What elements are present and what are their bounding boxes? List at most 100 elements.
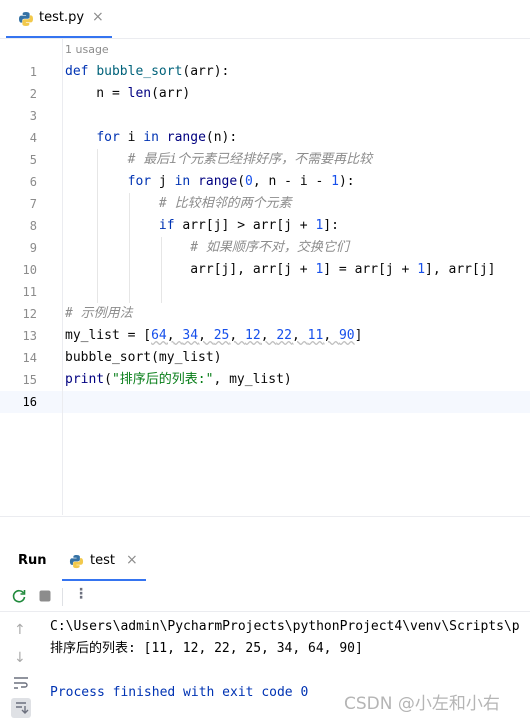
tab-label: test.py xyxy=(39,10,85,25)
code-text: ]: xyxy=(323,218,339,233)
code-text: ] = arr[j + xyxy=(323,262,418,277)
code-text: arr[j] > arr[j + xyxy=(174,218,316,233)
code-text: my_list = [ xyxy=(65,328,152,343)
run-label: Run xyxy=(18,553,47,568)
builtin: len xyxy=(127,86,152,101)
code-line-9: # 如果顺序不对，交换它们 xyxy=(65,237,349,259)
soft-wrap-icon[interactable] xyxy=(13,676,29,694)
number: 0 xyxy=(245,174,253,189)
code-text: ( xyxy=(237,174,246,189)
builtin: range xyxy=(198,174,238,189)
code-line-8: if arr[j] > arr[j + 1]: xyxy=(65,215,339,237)
rerun-icon[interactable] xyxy=(11,588,27,608)
stop-icon[interactable] xyxy=(38,589,52,607)
line-number: 11 xyxy=(22,285,37,299)
line-number: 16 xyxy=(22,395,37,409)
close-run-tab-icon[interactable]: × xyxy=(126,552,138,568)
line-number: 3 xyxy=(29,109,37,123)
close-tab-icon[interactable]: × xyxy=(92,9,104,25)
more-options-icon[interactable]: ⋮ xyxy=(74,586,88,602)
comment: # 如果顺序不对，交换它们 xyxy=(190,240,349,255)
code-text: (arr) xyxy=(151,86,191,101)
code-text: j xyxy=(151,174,175,189)
toolbar-divider xyxy=(62,588,63,606)
separator: , xyxy=(323,328,339,343)
console-exit-line: Process finished with exit code 0 xyxy=(50,685,309,700)
separator: , xyxy=(260,328,277,343)
code-text: (n): xyxy=(205,130,238,145)
code-line-1: def bubble_sort(arr): xyxy=(65,61,229,83)
separator: , xyxy=(198,328,214,343)
keyword: in xyxy=(174,174,191,189)
code-line-14: bubble_sort(my_list) xyxy=(65,350,222,365)
line-number: 2 xyxy=(29,87,37,101)
code-line-4: for i in range(n): xyxy=(65,127,237,149)
code-line-7: # 比较相邻的两个元素 xyxy=(65,193,292,215)
code-text: ): xyxy=(338,174,355,189)
usage-hint[interactable]: 1 usage xyxy=(65,43,109,56)
tab-test-py[interactable]: test.py × xyxy=(6,0,112,38)
keyword: for xyxy=(96,130,120,145)
run-tab-label: test xyxy=(90,553,115,568)
code-text: ( xyxy=(104,372,112,387)
line-number: 1 xyxy=(29,65,37,79)
console-command-line: C:\Users\admin\PycharmProjects\pythonPro… xyxy=(50,619,520,634)
scroll-down-icon[interactable]: ↓ xyxy=(14,650,26,666)
scroll-to-end-icon[interactable] xyxy=(11,698,31,718)
string-literal: "排序后的列表:" xyxy=(111,372,214,387)
line-number: 8 xyxy=(29,219,37,233)
line-number: 13 xyxy=(22,329,37,343)
editor-tab-bar: test.py × xyxy=(0,0,530,39)
console-output-line: 排序后的列表: [11, 12, 22, 25, 34, 64, 90] xyxy=(50,641,363,656)
line-number: 4 xyxy=(29,131,37,145)
code-line-2: n = len(arr) xyxy=(65,83,190,105)
number: 34 xyxy=(182,328,199,343)
code-text: ] xyxy=(354,328,363,343)
code-line-6: for j in range(0, n - i - 1): xyxy=(65,171,355,193)
code-editor[interactable]: 1 2 3 4 5 6 7 8 9 10 11 12 13 14 15 16 1… xyxy=(0,39,530,515)
console-side-toolbar: ↑ ↓ xyxy=(0,612,38,722)
watermark: CSDN @小左和小右 xyxy=(344,694,500,714)
comment: # 最后i个元素已经排好序，不需要再比较 xyxy=(127,152,373,167)
number: 1 xyxy=(331,174,339,189)
python-file-icon xyxy=(18,11,34,31)
line-number: 7 xyxy=(29,197,37,211)
line-number: 6 xyxy=(29,175,37,189)
code-text: i xyxy=(119,130,144,145)
line-number: 9 xyxy=(29,241,37,255)
comment: # 示例用法 xyxy=(65,306,133,321)
number: 90 xyxy=(338,328,355,343)
code-text: arr[j], arr[j + xyxy=(65,262,316,277)
number: 25 xyxy=(213,328,230,343)
code-line-5: # 最后i个元素已经排好序，不需要再比较 xyxy=(65,149,372,171)
keyword: in xyxy=(143,130,159,145)
code-text: n = xyxy=(65,86,128,101)
code-text: , my_list) xyxy=(213,372,292,387)
run-panel-header: Run test × xyxy=(0,541,530,581)
separator: , xyxy=(166,328,183,343)
current-line-highlight xyxy=(0,391,530,413)
number: 1 xyxy=(417,262,426,277)
function-name: bubble_sort xyxy=(96,64,183,79)
line-number: 12 xyxy=(22,307,37,321)
run-tool-window: Run test × ⋮ ↑ ↓ C:\Users\admin\PycharmP… xyxy=(0,516,530,722)
line-number-gutter: 1 2 3 4 5 6 7 8 9 10 11 12 13 14 15 16 xyxy=(0,39,63,515)
builtin: range xyxy=(166,130,206,145)
keyword: if xyxy=(158,218,175,233)
number: 11 xyxy=(307,328,324,343)
code-line-13: my_list = [64, 34, 25, 12, 22, 11, 90] xyxy=(65,325,362,347)
code-line-10: arr[j], arr[j + 1] = arr[j + 1], arr[j] xyxy=(65,259,495,281)
scroll-up-icon[interactable]: ↑ xyxy=(14,622,26,638)
run-tab-test[interactable]: test × xyxy=(62,541,146,581)
code-text: ], arr[j] xyxy=(425,262,496,277)
run-toolbar: ⋮ xyxy=(0,583,530,612)
code-text: , n - i - xyxy=(252,174,332,189)
